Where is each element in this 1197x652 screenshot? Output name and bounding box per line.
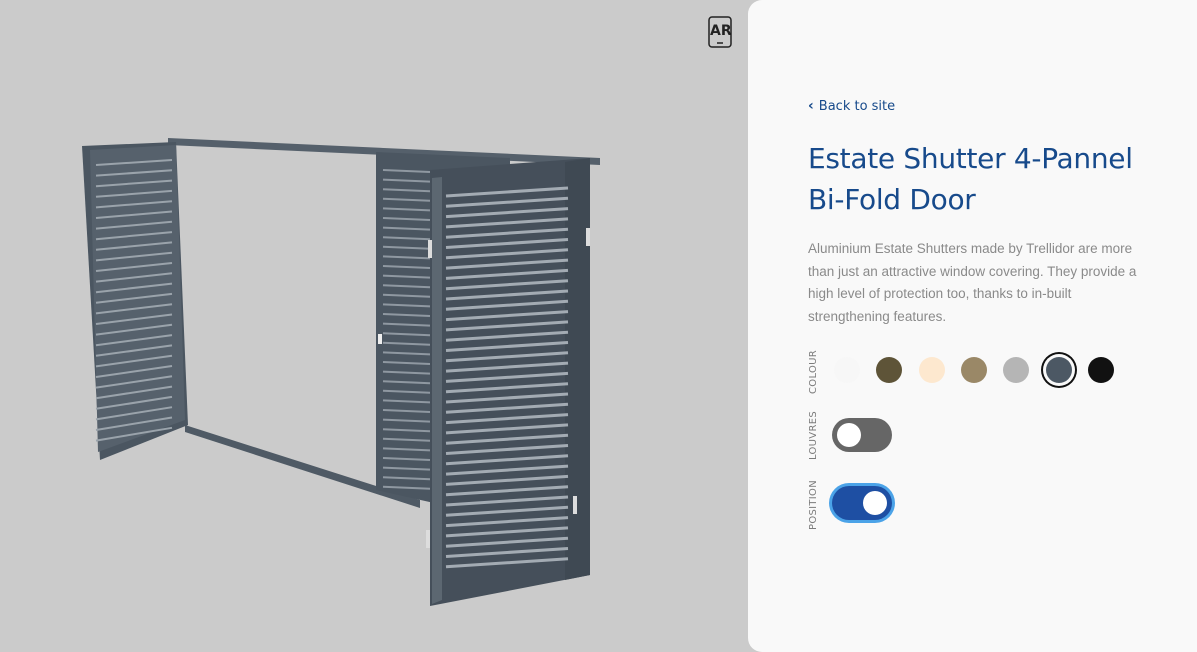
colour-swatch[interactable] (834, 357, 860, 383)
position-toggle[interactable] (832, 486, 892, 520)
louvres-toggle[interactable] (832, 418, 892, 452)
ar-label: AR (710, 23, 732, 39)
colour-swatch[interactable] (960, 357, 987, 383)
position-label: POSITION (808, 479, 819, 530)
colour-swatch[interactable] (1045, 357, 1072, 383)
ar-button[interactable]: AR (708, 16, 732, 48)
toggle-knob (863, 491, 887, 515)
colour-swatch[interactable] (876, 357, 903, 383)
product-title-line1: Estate Shutter 4-Pannel (808, 142, 1133, 175)
colour-label: COLOUR (808, 349, 819, 394)
product-panel: ‹ Back to site Estate Shutter 4-Pannel B… (748, 0, 1197, 652)
toggle-knob (837, 423, 861, 447)
back-to-site-link[interactable]: ‹ Back to site (808, 98, 895, 114)
back-label: Back to site (818, 98, 896, 114)
chevron-left-icon: ‹ (808, 98, 814, 114)
colour-swatch[interactable] (1087, 357, 1114, 383)
product-title: Estate Shutter 4-Pannel Bi-Fold Door (808, 138, 1168, 220)
3d-viewer[interactable]: AR (0, 0, 749, 652)
colour-swatch[interactable] (918, 357, 945, 383)
louvres-label: LOUVRES (808, 411, 819, 460)
product-title-line2: Bi-Fold Door (808, 183, 976, 216)
product-description: Aluminium Estate Shutters made by Trelli… (808, 241, 1137, 324)
colour-swatch[interactable] (1003, 357, 1030, 383)
shutter-3d-model[interactable] (0, 0, 749, 652)
